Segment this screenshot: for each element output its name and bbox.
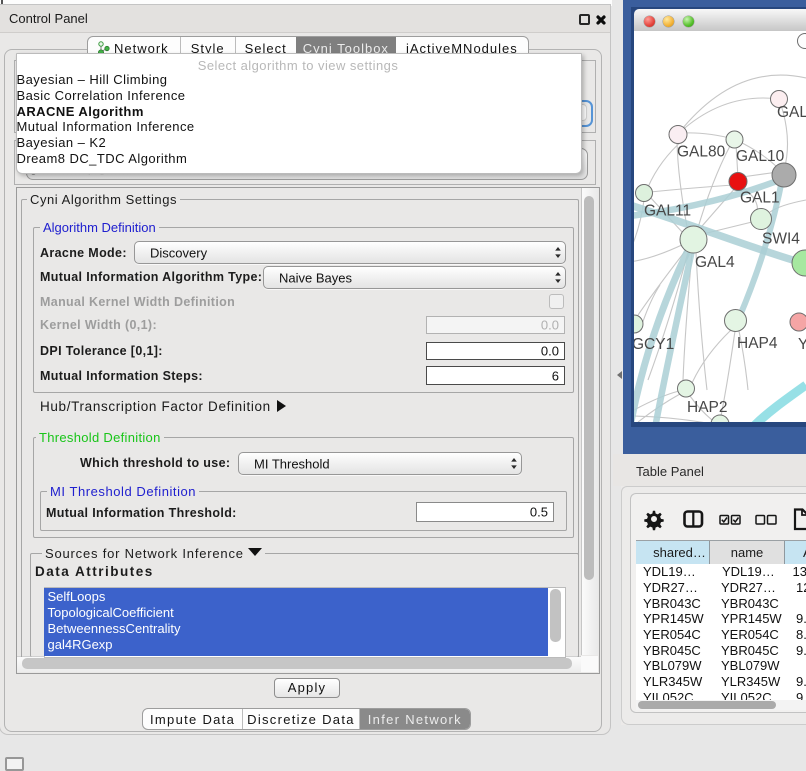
svg-text:SWI4: SWI4 xyxy=(762,231,800,248)
svg-text:GAL11: GAL11 xyxy=(644,203,691,220)
svg-text:GAL1: GAL1 xyxy=(740,190,780,207)
svg-text:GAL80: GAL80 xyxy=(677,144,726,161)
svg-text:GAL4: GAL4 xyxy=(695,254,735,271)
svg-text:GCY1: GCY1 xyxy=(634,336,674,353)
svg-text:HAP4: HAP4 xyxy=(737,335,778,352)
svg-text:YJL: YJL xyxy=(798,336,806,353)
svg-text:HAP2: HAP2 xyxy=(687,399,728,416)
svg-text:GAL10: GAL10 xyxy=(736,148,785,165)
svg-text:GAL7: GAL7 xyxy=(777,104,806,121)
